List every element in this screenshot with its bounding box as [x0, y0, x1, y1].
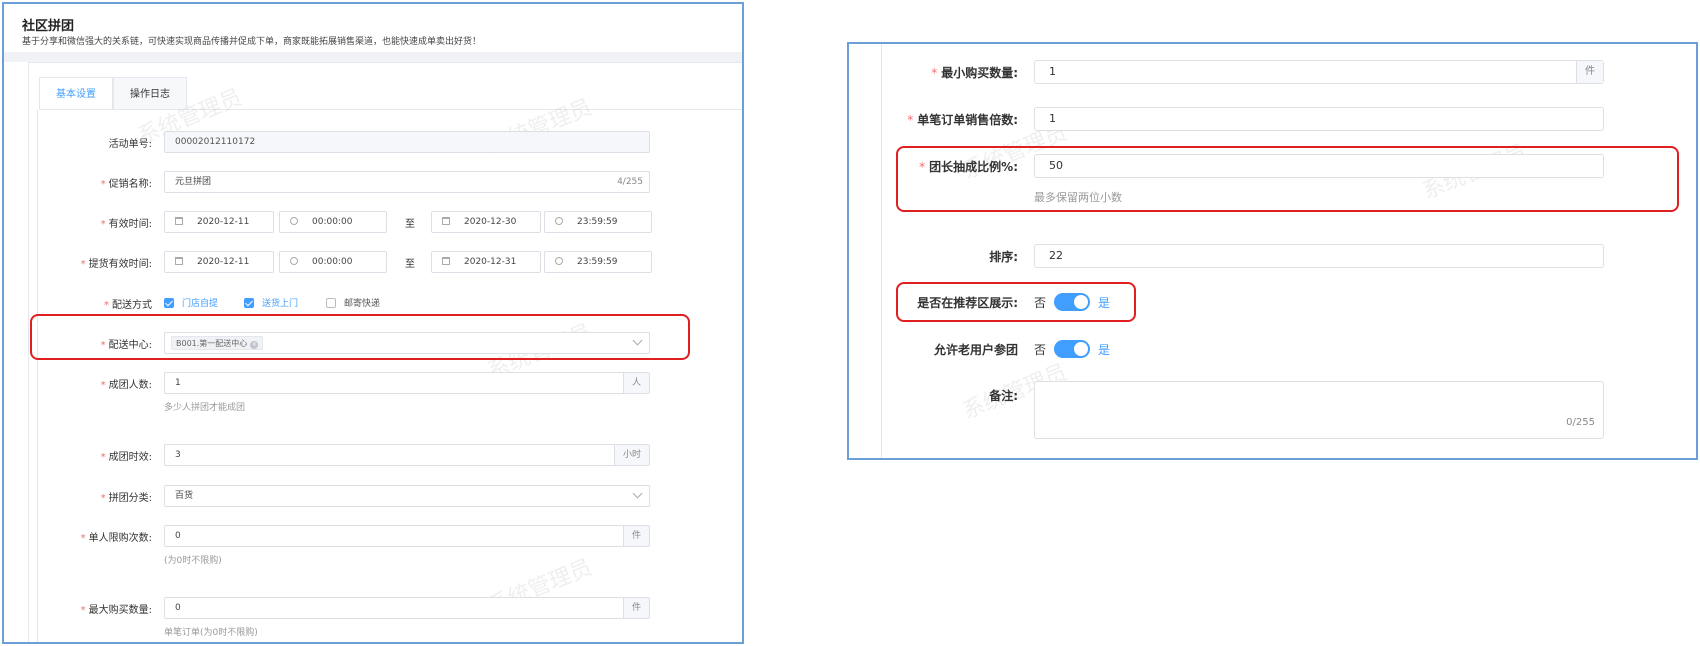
checkbox-home-delivery[interactable]: 送货上门: [244, 296, 298, 309]
right-screenshot-panel: 系统管理员 系统管理员 系统管理员 系统管理员 *最小购买数量: 1件 *单笔订…: [847, 42, 1698, 460]
max-purchase-input[interactable]: 0件: [164, 597, 650, 619]
clock-icon: [555, 217, 563, 225]
delivery-method-label: * 配送方式: [104, 300, 152, 311]
group-size-label: * 成团人数:: [100, 380, 152, 391]
pickup-end-date[interactable]: 2020-12-31: [431, 251, 541, 273]
pickup-start-time[interactable]: 00:00:00: [279, 251, 387, 273]
group-duration-label: * 成团时效:: [100, 452, 152, 463]
unit-suffix: 人: [622, 373, 649, 393]
form-left-border: [37, 110, 38, 642]
sort-input[interactable]: 22: [1034, 244, 1604, 268]
header-divider: [4, 52, 742, 62]
calendar-icon: [442, 217, 450, 225]
order-multiple-label: * 单笔订单销售倍数:: [907, 113, 1018, 127]
char-count: 0/255: [1566, 417, 1595, 428]
clock-icon: [290, 217, 298, 225]
promo-name-label: * 促销名称:: [100, 179, 152, 190]
valid-time-label: * 有效时间:: [100, 219, 152, 230]
left-screenshot-panel: 社区拼团 基于分享和微信强大的关系链，可快速实现商品传播并促成下单，商家既能拓展…: [2, 2, 744, 644]
char-count: 4/255: [617, 177, 643, 187]
valid-start-time[interactable]: 00:00:00: [279, 211, 387, 233]
checkbox-store-pickup[interactable]: 门店自提: [164, 296, 218, 309]
toggle-switch[interactable]: [1054, 340, 1091, 358]
activity-no-label: 活动单号:: [108, 139, 152, 150]
activity-no-input: 00002012110172: [164, 131, 650, 153]
tab-bar: 基本设置 操作日志: [39, 77, 187, 110]
per-user-limit-hint: (为0时不限购): [164, 556, 222, 566]
range-separator: 至: [405, 219, 415, 230]
max-purchase-label: * 最大购买数量:: [80, 605, 152, 616]
page-description: 基于分享和微信强大的关系链，可快速实现商品传播并促成下单，商家既能拓展销售渠道，…: [22, 37, 482, 47]
range-separator: 至: [405, 259, 415, 270]
highlight-box: [896, 146, 1679, 212]
form-left-border: [881, 44, 882, 458]
switch-off-text: 否: [1034, 342, 1047, 357]
group-category-label: * 拼团分类:: [100, 493, 152, 504]
min-purchase-label: * 最小购买数量:: [931, 66, 1018, 80]
group-category-select[interactable]: 百货: [164, 485, 650, 507]
remark-textarea[interactable]: 0/255: [1034, 381, 1604, 439]
clock-icon: [555, 257, 563, 265]
valid-end-date[interactable]: 2020-12-30: [431, 211, 541, 233]
pickup-start-date[interactable]: 2020-12-11: [164, 251, 274, 273]
clock-icon: [290, 257, 298, 265]
unit-suffix: 件: [622, 598, 649, 618]
valid-end-time[interactable]: 23:59:59: [544, 211, 652, 233]
checkbox-express-mail[interactable]: 邮寄快递: [326, 296, 380, 309]
group-size-hint: 多少人拼团才能成团: [164, 403, 246, 413]
switch-on-text: 是: [1098, 342, 1111, 357]
max-purchase-hint: 单笔订单(为0时不限购): [164, 628, 258, 638]
min-purchase-input[interactable]: 1件: [1034, 60, 1604, 84]
pickup-end-time[interactable]: 23:59:59: [544, 251, 652, 273]
tabs-underline: [39, 109, 742, 110]
per-user-limit-label: * 单人限购次数:: [80, 533, 152, 544]
allow-old-user-label: 允许老用户参团: [933, 343, 1018, 357]
allow-old-user-switch[interactable]: 否 是: [1034, 340, 1110, 358]
promo-name-input[interactable]: 元旦拼团 4/255: [164, 171, 650, 193]
group-duration-input[interactable]: 3 小时: [164, 444, 650, 466]
unit-suffix: 件: [622, 526, 649, 546]
page-title: 社区拼团: [22, 19, 75, 34]
highlight-box: [30, 314, 690, 360]
unit-suffix: 小时: [613, 445, 649, 465]
sort-label: 排序:: [989, 250, 1018, 264]
highlight-box: [896, 282, 1136, 322]
per-user-limit-input[interactable]: 0件: [164, 525, 650, 547]
remark-label: 备注:: [989, 389, 1018, 403]
pickup-time-label: * 提货有效时间:: [80, 259, 152, 270]
calendar-icon: [175, 217, 183, 225]
calendar-icon: [442, 257, 450, 265]
unit-suffix: 件: [1576, 61, 1603, 83]
chevron-down-icon: [632, 488, 643, 499]
group-size-input[interactable]: 1人: [164, 372, 650, 394]
tab-basic-settings[interactable]: 基本设置: [39, 77, 113, 110]
order-multiple-input[interactable]: 1: [1034, 107, 1604, 131]
calendar-icon: [175, 257, 183, 265]
valid-start-date[interactable]: 2020-12-11: [164, 211, 274, 233]
